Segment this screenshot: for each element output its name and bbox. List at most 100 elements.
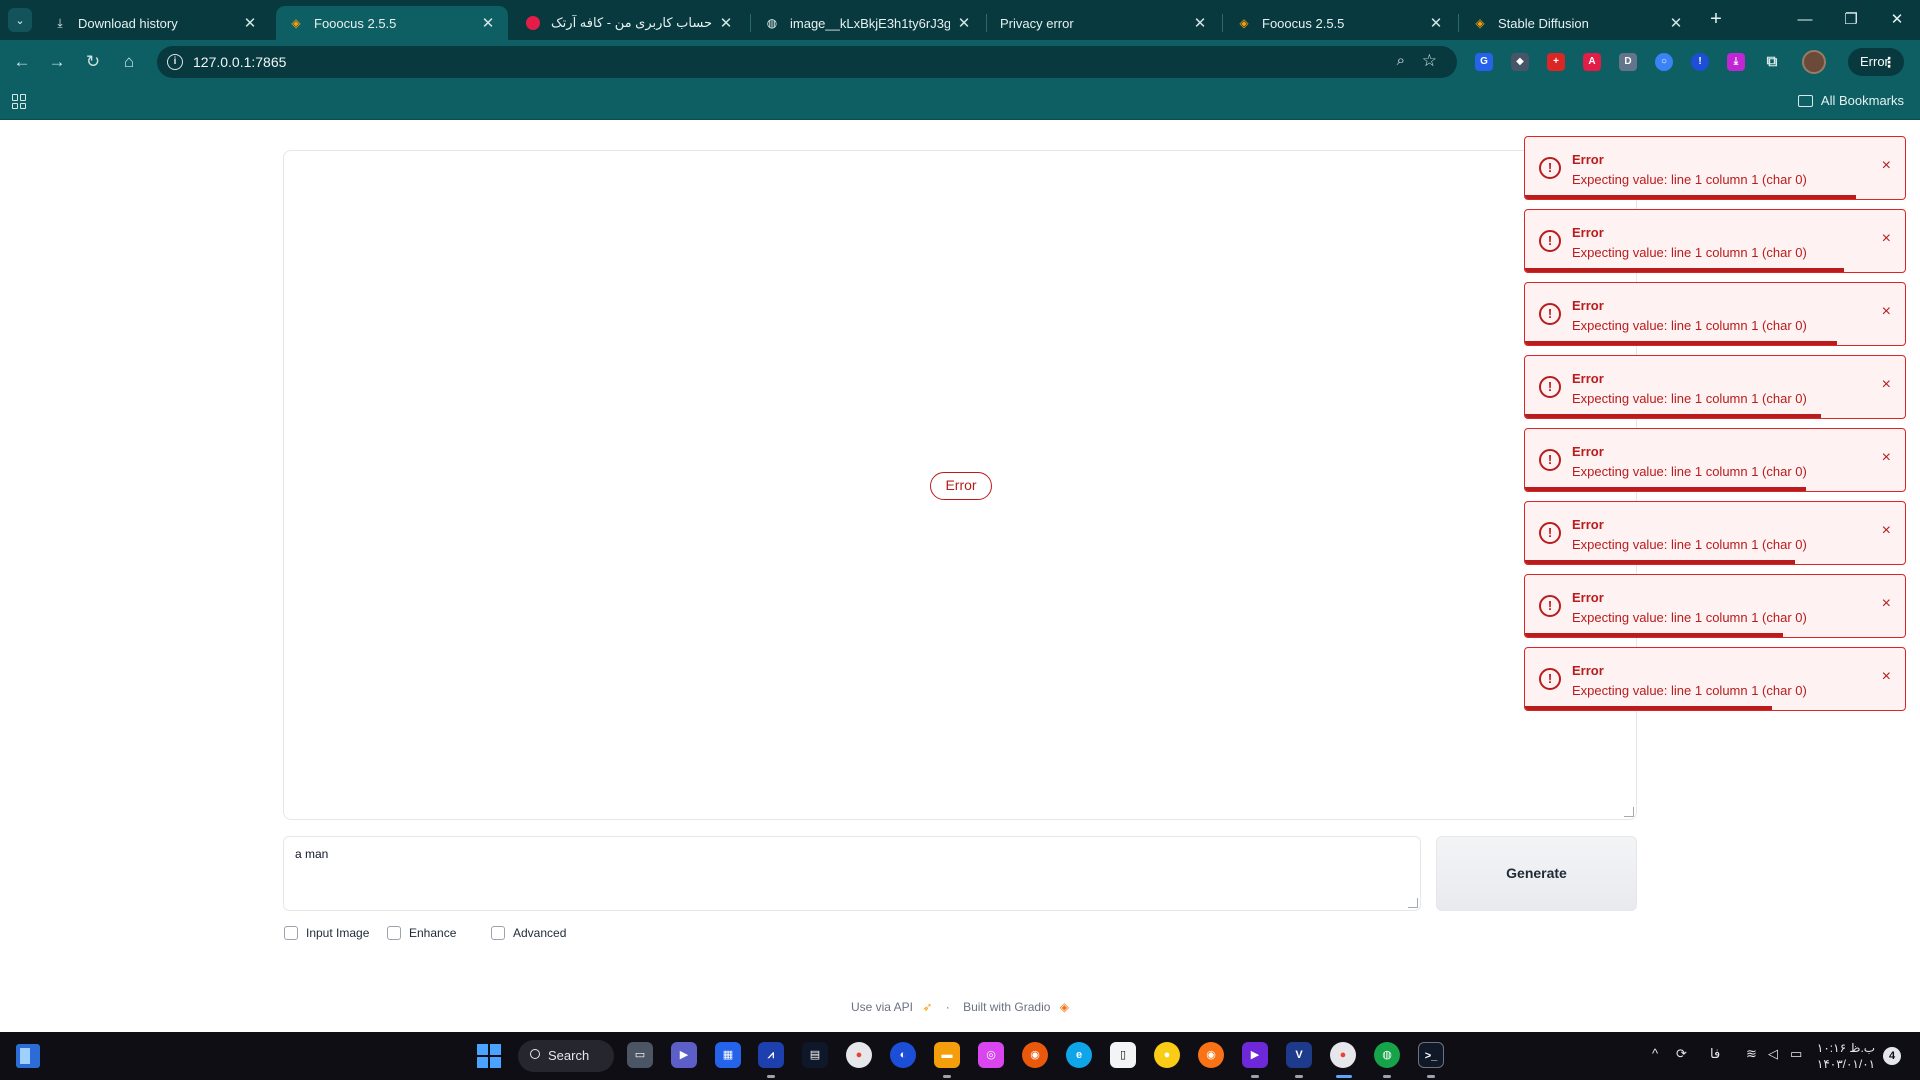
battery-icon[interactable]: ▭ — [1790, 1046, 1802, 1062]
resize-handle[interactable] — [1408, 898, 1418, 908]
widgets-icon[interactable] — [16, 1044, 40, 1068]
document-icon[interactable]: ▯ — [1110, 1042, 1136, 1068]
profile-error-chip[interactable]: Error ⋮ — [1848, 48, 1904, 76]
taskbar-search[interactable]: Search — [518, 1040, 614, 1072]
new-tab-button[interactable]: + — [1704, 8, 1728, 32]
use-via-api-link[interactable]: Use via API — [851, 1000, 913, 1014]
extensions-puzzle-icon[interactable]: ⧉ — [1763, 53, 1781, 71]
zoom-icon[interactable]: ⌕ — [1397, 52, 1405, 69]
close-icon[interactable]: × — [1882, 522, 1891, 540]
extension-d-icon[interactable]: D — [1619, 53, 1637, 71]
restore-icon[interactable]: ❐ — [1828, 6, 1874, 34]
site-info-icon[interactable]: i — [167, 54, 183, 70]
toast-message: Expecting value: line 1 column 1 (char 0… — [1572, 391, 1807, 406]
toast-title: Error — [1572, 225, 1604, 240]
tab-close-icon[interactable]: ✕ — [480, 14, 496, 32]
close-icon[interactable]: × — [1882, 230, 1891, 248]
reload-icon[interactable]: ↻ — [79, 48, 107, 76]
minimize-icon[interactable]: — — [1782, 6, 1828, 34]
address-bar[interactable]: i 127.0.0.1:7865 ⌕ ☆ — [157, 46, 1457, 78]
terminal-icon[interactable]: >_ — [1418, 1042, 1444, 1068]
back-icon[interactable]: ← — [8, 48, 36, 76]
menu-kebab-icon[interactable]: ⋮ — [1882, 48, 1896, 76]
media-player-icon[interactable]: ▶ — [1242, 1042, 1268, 1068]
tray-overflow-icon[interactable]: ^ — [1652, 1046, 1658, 1061]
all-bookmarks-button[interactable]: All Bookmarks — [1797, 93, 1904, 108]
wifi-icon[interactable]: ≋ — [1746, 1046, 1757, 1062]
volume-icon[interactable]: ◁ — [1768, 1046, 1778, 1062]
home-icon[interactable]: ⌂ — [115, 48, 143, 76]
instagram-icon[interactable]: ◎ — [978, 1042, 1004, 1068]
close-icon[interactable]: × — [1882, 376, 1891, 394]
extension-red-icon[interactable]: + — [1547, 53, 1565, 71]
bookmark-star-icon[interactable]: ☆ — [1422, 51, 1437, 71]
toast-title: Error — [1572, 590, 1604, 605]
app-blue-icon[interactable]: ◐ — [890, 1042, 916, 1068]
task-view-icon[interactable]: ▭ — [627, 1042, 653, 1068]
close-icon[interactable]: × — [1882, 668, 1891, 686]
extension-download-icon[interactable]: ⤓ — [1727, 53, 1745, 71]
tab-privacy-error[interactable]: Privacy error ✕ — [988, 6, 1220, 40]
close-icon[interactable]: × — [1882, 595, 1891, 613]
url-text[interactable]: 127.0.0.1:7865 — [193, 54, 286, 70]
resource-monitor-icon[interactable]: ⩘ — [758, 1042, 784, 1068]
generate-button[interactable]: Generate — [1436, 836, 1637, 911]
tab-image-file[interactable]: ◍ image__kLxBkjE3h1ty6rJ3goYaV ✕ — [752, 6, 984, 40]
microsoft-store-icon[interactable]: ▤ — [802, 1042, 828, 1068]
tab-close-icon[interactable]: ✕ — [1668, 14, 1684, 32]
input-language[interactable]: فا — [1710, 1046, 1720, 1062]
close-icon[interactable]: × — [1882, 449, 1891, 467]
edge-icon[interactable]: e — [1066, 1042, 1092, 1068]
tab-fooocus-2[interactable]: ◈ Fooocus 2.5.5 ✕ — [1224, 6, 1456, 40]
tab-close-icon[interactable]: ✕ — [242, 14, 258, 32]
tab-download-history[interactable]: ⤓ Download history ✕ — [40, 6, 270, 40]
firefox-icon[interactable]: ◉ — [1022, 1042, 1048, 1068]
translate-extension-icon[interactable]: G — [1475, 53, 1493, 71]
error-toast: ! Error Expecting value: line 1 column 1 (… — [1524, 501, 1906, 565]
apps-grid-icon[interactable] — [12, 94, 27, 109]
close-icon[interactable]: × — [1882, 303, 1891, 321]
toast-title: Error — [1572, 444, 1604, 459]
control-panel-icon[interactable]: ▦ — [715, 1042, 741, 1068]
profile-avatar[interactable] — [1802, 50, 1826, 74]
chrome-canary-icon[interactable]: ● — [1154, 1042, 1180, 1068]
advanced-checkbox[interactable]: Advanced — [491, 926, 566, 940]
tab-cafe-artek[interactable]: حساب کاربری من - کافه آرتک ✕ — [514, 6, 746, 40]
chrome-icon[interactable]: ● — [846, 1042, 872, 1068]
checkbox-box[interactable] — [387, 926, 401, 940]
resize-handle[interactable] — [1624, 807, 1634, 817]
firefox-dev-icon[interactable]: ◉ — [1198, 1042, 1224, 1068]
download-icon: ⤓ — [57, 15, 63, 30]
input-image-checkbox[interactable]: Input Image — [284, 926, 369, 940]
chrome-profile-icon[interactable]: ● — [1330, 1042, 1356, 1068]
built-with-gradio-link[interactable]: Built with Gradio — [963, 1000, 1050, 1014]
enhance-checkbox[interactable]: Enhance — [387, 926, 456, 940]
sync-icon[interactable]: ⟳ — [1676, 1046, 1687, 1062]
close-icon[interactable]: × — [1882, 157, 1891, 175]
tab-stable-diffusion[interactable]: ◈ Stable Diffusion ✕ — [1460, 6, 1696, 40]
tab-close-icon[interactable]: ✕ — [956, 14, 972, 32]
extension-pdf-icon[interactable]: A — [1583, 53, 1601, 71]
file-explorer-icon[interactable]: ▬ — [934, 1042, 960, 1068]
extension-blue-circle-icon[interactable]: ○ — [1655, 53, 1673, 71]
tab-search-button[interactable]: ⌄ — [8, 8, 32, 32]
checkbox-box[interactable] — [284, 926, 298, 940]
prompt-input[interactable]: a man — [283, 836, 1421, 911]
shield-extension-icon[interactable]: ◆ — [1511, 53, 1529, 71]
windows-start-icon[interactable] — [477, 1044, 501, 1068]
tab-close-icon[interactable]: ✕ — [1428, 14, 1444, 32]
prompt-text[interactable]: a man — [295, 847, 328, 861]
vpn-icon[interactable]: V — [1286, 1042, 1312, 1068]
alert-circle-icon: ! — [1539, 449, 1561, 471]
notification-badge[interactable]: 4 — [1883, 1047, 1901, 1065]
extension-info-icon[interactable]: ! — [1691, 53, 1709, 71]
tab-close-icon[interactable]: ✕ — [1192, 14, 1208, 32]
system-clock[interactable]: ۱۰:۱۶ ب.ظ ۱۴۰۳/۰۱/۰۱ — [1810, 1040, 1882, 1072]
globe-app-icon[interactable]: ◍ — [1374, 1042, 1400, 1068]
checkbox-box[interactable] — [491, 926, 505, 940]
tab-close-icon[interactable]: ✕ — [718, 14, 734, 32]
close-window-icon[interactable]: ✕ — [1874, 6, 1920, 34]
teams-icon[interactable]: ▶ — [671, 1042, 697, 1068]
tab-fooocus-active[interactable]: ◈ Fooocus 2.5.5 ✕ — [276, 6, 508, 40]
forward-icon[interactable]: → — [43, 48, 71, 76]
